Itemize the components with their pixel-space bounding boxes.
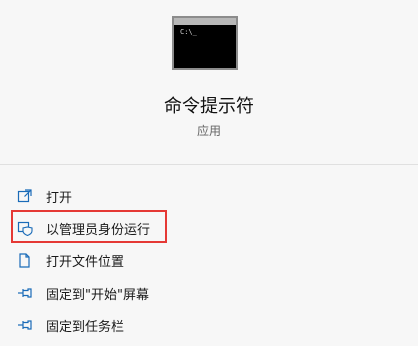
menu-item-label: 固定到"开始"屏幕 (46, 287, 149, 303)
start-menu-context-panel: C:\_ 命令提示符 应用 打开 以管理员身份运行 打开文件位置 固定到"开始"… (0, 0, 418, 346)
menu-item-label: 固定到任务栏 (46, 319, 125, 335)
highlight-box (11, 210, 167, 243)
menu-item-open-file-location[interactable]: 打开文件位置 (16, 248, 124, 272)
open-icon (16, 187, 34, 205)
app-type-label: 应用 (196, 124, 221, 138)
menu-item-label: 打开 (46, 190, 73, 206)
menu-item-open[interactable]: 打开 (16, 184, 72, 208)
file-location-icon (16, 251, 34, 269)
menu-item-pin-to-start[interactable]: 固定到"开始"屏幕 (16, 281, 149, 305)
menu-item-pin-to-taskbar[interactable]: 固定到任务栏 (16, 313, 124, 337)
pin-icon (16, 284, 34, 302)
command-prompt-icon: C:\_ (172, 16, 238, 70)
pin-icon (16, 316, 34, 334)
app-info-card: C:\_ 命令提示符 应用 (0, 0, 418, 164)
app-title: 命令提示符 (164, 96, 254, 117)
divider (0, 164, 418, 165)
menu-item-label: 打开文件位置 (46, 254, 125, 270)
